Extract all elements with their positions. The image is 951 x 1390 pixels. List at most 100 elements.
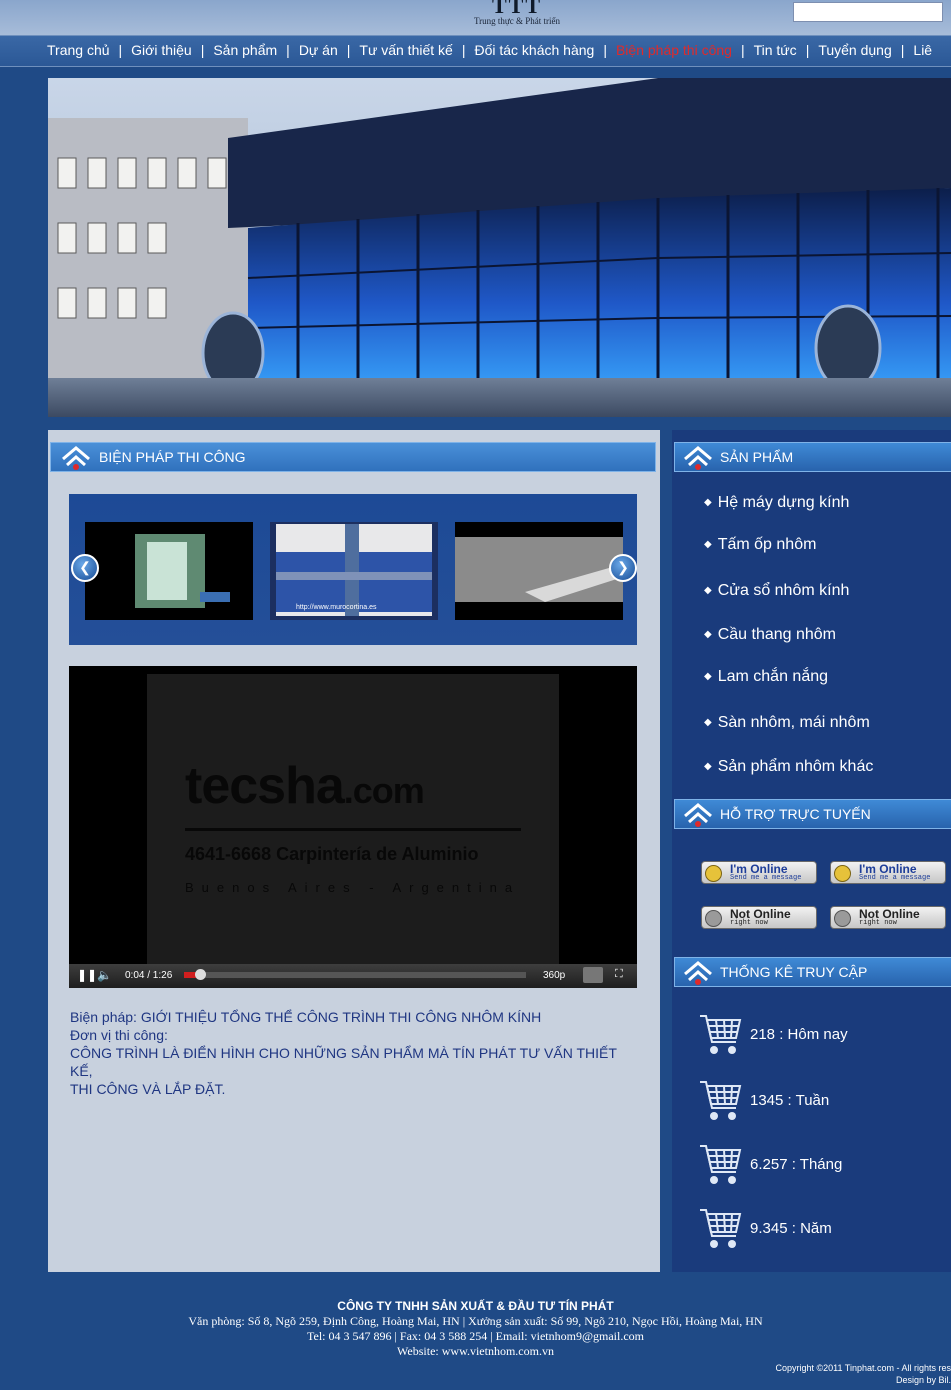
yahoo-online-button[interactable]: I'm Online Send me a message — [830, 861, 946, 884]
search-input[interactable] — [793, 2, 943, 22]
main-content-panel: BIỆN PHÁP THI CÔNG http://www.murocortin… — [48, 430, 660, 1272]
nav-separator: | — [200, 42, 205, 58]
description-line: CÔNG TRÌNH LÀ ĐIỂN HÌNH CHO NHỮNG SẢN PH… — [70, 1045, 617, 1079]
stat-value: 9.345 — [750, 1220, 788, 1237]
video-divider — [185, 828, 521, 831]
yahoo-online-button[interactable]: I'm Online Send me a message — [701, 861, 817, 884]
video-brand: tecsha.com — [185, 757, 425, 815]
video-progress-bar[interactable] — [184, 969, 526, 980]
description-line: Đơn vị thi công: — [70, 1027, 168, 1043]
expand-icon[interactable] — [583, 967, 603, 983]
sidebar-product-link[interactable]: ◆ Lam chắn nắng — [704, 668, 828, 686]
stat-separator: : — [783, 1092, 796, 1109]
shopping-cart-icon — [698, 1078, 742, 1129]
hero-banner-image — [48, 78, 951, 417]
nav-separator: | — [118, 42, 123, 58]
video-city: Buenos Aires - Argentina — [185, 880, 521, 895]
yahoo-offline-button[interactable]: Not Online right now — [830, 906, 946, 929]
product-label: Lam chắn nắng — [717, 668, 829, 685]
product-label: Tấm ốp nhôm — [717, 536, 817, 553]
video-scrubber[interactable] — [195, 969, 206, 980]
diamond-bullet-icon: ◆ — [704, 539, 712, 550]
nav-item[interactable]: Tư vấn thiết kế — [359, 42, 452, 58]
gallery-thumbnail[interactable] — [85, 522, 253, 620]
stat-separator: : — [775, 1026, 788, 1043]
thumbnail-caption: http://www.murocortina.es — [296, 604, 377, 611]
stat-label: Tháng — [799, 1156, 843, 1173]
nav-item[interactable]: Sản phẩm — [213, 42, 277, 58]
video-player[interactable]: tecsha.com 4641-6668 Carpintería de Alum… — [69, 666, 637, 988]
video-frame[interactable]: tecsha.com 4641-6668 Carpintería de Alum… — [147, 674, 559, 964]
nav-separator: | — [603, 42, 607, 58]
smiley-icon — [834, 910, 851, 927]
sidebar-product-link[interactable]: ◆ Sàn nhôm, mái nhôm — [704, 714, 870, 732]
nav-separator: | — [286, 42, 290, 58]
footer-address: Văn phòng: Số 8, Ngõ 259, Định Công, Hoà… — [188, 1314, 763, 1328]
video-time: 0:04 / 1:26 — [125, 970, 173, 981]
video-quality[interactable]: 360p — [543, 970, 565, 981]
support-title-bar: HỖ TRỢ TRỰC TUYẾN — [674, 799, 951, 829]
nav-separator: | — [805, 42, 810, 58]
nav-item[interactable]: Liê — [913, 42, 932, 58]
stat-text: 9.345 : Năm — [750, 1220, 832, 1237]
smiley-icon — [705, 865, 722, 882]
fullscreen-icon[interactable]: ⛶ — [615, 968, 623, 981]
house-arrow-icon — [683, 802, 713, 833]
nav-separator: | — [461, 42, 466, 58]
house-arrow-icon — [683, 960, 713, 991]
nav-item[interactable]: Giới thiệu — [131, 42, 192, 58]
gallery-thumbnail[interactable] — [455, 522, 623, 620]
stat-label: Hôm nay — [787, 1026, 848, 1043]
smiley-icon — [834, 865, 851, 882]
stat-value: 1345 — [750, 1092, 784, 1109]
nav-item[interactable]: Đối tác khách hàng — [474, 42, 594, 58]
support-title: HỖ TRỢ TRỰC TUYẾN — [720, 806, 871, 822]
stat-text: 218 : Hôm nay — [750, 1026, 848, 1043]
gallery-next-button[interactable]: ❯ — [609, 554, 637, 582]
nav-item[interactable]: Dự án — [299, 42, 338, 58]
stat-value: 6.257 — [750, 1156, 788, 1173]
stat-label: Tuần — [795, 1092, 830, 1109]
description-line: THI CÔNG VÀ LẮP ĐẶT. — [70, 1081, 226, 1097]
footer-website: Website: www.vietnhom.com.vn — [397, 1344, 554, 1358]
nav-separator: | — [346, 42, 351, 58]
image-gallery: http://www.murocortina.es ❮ ❯ — [69, 494, 637, 645]
section-title: BIỆN PHÁP THI CÔNG — [99, 449, 246, 465]
section-title-bar: BIỆN PHÁP THI CÔNG — [50, 442, 656, 472]
diamond-bullet-icon: ◆ — [704, 717, 712, 728]
nav-separator: | — [900, 42, 905, 58]
nav-item[interactable]: Biện pháp thi công — [616, 42, 732, 58]
shopping-cart-icon — [698, 1012, 742, 1063]
main-navigation: Trang chủ | Giới thiệu | Sản phẩm | Dự án | Tư v… — [0, 35, 951, 67]
shopping-cart-icon — [698, 1206, 742, 1257]
sidebar-product-link[interactable]: ◆ Sản phẩm nhôm khác — [704, 758, 873, 776]
nav-item[interactable]: Trang chủ — [47, 42, 110, 58]
pause-icon[interactable]: ❚❚ — [77, 968, 97, 982]
products-title: SẢN PHẨM — [720, 449, 794, 465]
volume-icon[interactable]: 🔈 — [97, 968, 112, 982]
diamond-bullet-icon: ◆ — [704, 585, 712, 596]
diamond-bullet-icon: ◆ — [704, 671, 712, 682]
yahoo-offline-button[interactable]: Not Online right now — [701, 906, 817, 929]
sidebar-product-link[interactable]: ◆ Tấm ốp nhôm — [704, 536, 816, 554]
video-controls: ❚❚ 🔈 0:04 / 1:26 360p ⛶ — [69, 964, 637, 988]
site-logo[interactable]: TTT Trung thực & Phát triển — [462, 0, 572, 35]
nav-item[interactable]: Tuyển dụng — [818, 42, 891, 58]
shopping-cart-icon — [698, 1142, 742, 1193]
stats-title: THỐNG KÊ TRUY CẬP — [720, 964, 868, 980]
gallery-prev-button[interactable]: ❮ — [71, 554, 99, 582]
diamond-bullet-icon: ◆ — [704, 497, 712, 508]
footer-contact: Tel: 04 3 547 896 | Fax: 04 3 588 254 | … — [307, 1329, 644, 1343]
stat-text: 1345 : Tuần — [750, 1092, 829, 1109]
description-line: Biện pháp: GIỚI THIỆU TỔNG THỂ CÔNG TRÌN… — [70, 1009, 542, 1025]
sidebar-product-link[interactable]: ◆ Cầu thang nhôm — [704, 626, 836, 644]
site-header: TTT Trung thực & Phát triển — [0, 0, 951, 35]
sidebar-product-link[interactable]: ◆ Cửa sổ nhôm kính — [704, 582, 849, 600]
gallery-thumbnail[interactable]: http://www.murocortina.es — [270, 522, 438, 620]
footer-company: CÔNG TY TNHH SẢN XUẤT & ĐẦU TƯ TÍN PHÁT — [337, 1299, 614, 1313]
nav-item[interactable]: Tin tức — [754, 42, 797, 58]
products-title-bar: SẢN PHẨM — [674, 442, 951, 472]
site-footer: CÔNG TY TNHH SẢN XUẤT & ĐẦU TƯ TÍN PHÁT … — [0, 1298, 951, 1359]
logo-tagline: Trung thực & Phát triển — [473, 16, 561, 26]
sidebar-product-link[interactable]: ◆ Hệ máy dựng kính — [704, 494, 849, 512]
